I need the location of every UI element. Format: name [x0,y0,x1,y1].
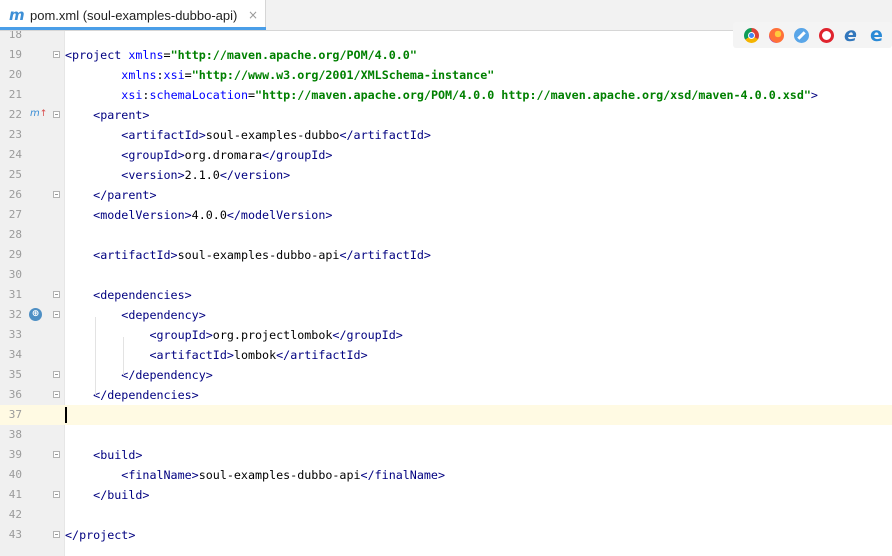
code-text: </parent> [93,188,157,202]
line-number: 37 [8,408,22,421]
code-text: <project xmlns="http://maven.apache.org/… [65,48,417,62]
code-text: <finalName>soul-examples-dubbo-api</fina… [121,468,445,482]
fold-end-icon[interactable] [53,191,60,198]
code-text: </dependencies> [93,388,199,402]
code-text: <version>2.1.0</version> [121,168,291,182]
line-number: 21 [8,88,22,101]
line-number: 34 [8,348,22,361]
code-text: <build> [93,448,143,462]
code-line[interactable]: 30 [0,265,892,285]
code-line[interactable]: 37 [0,405,892,425]
code-line[interactable]: 41 </build> [0,485,892,505]
code-text: xmlns:xsi="http://www.w3.org/2001/XMLSch… [121,68,495,82]
line-number: 39 [8,448,22,461]
maven-file-icon: m [9,6,25,24]
tab-pom-xml[interactable]: m pom.xml (soul-examples-dubbo-api) × [0,0,266,30]
code-line[interactable]: 33 <groupId>org.projectlombok</groupId> [0,325,892,345]
code-line[interactable]: 35 </dependency> [0,365,892,385]
active-tab-indicator [0,27,266,30]
line-number: 36 [8,388,22,401]
code-line[interactable]: 34 <artifactId>lombok</artifactId> [0,345,892,365]
code-text: <artifactId>soul-examples-dubbo</artifac… [121,128,431,142]
code-line[interactable]: 23 <artifactId>soul-examples-dubbo</arti… [0,125,892,145]
code-line[interactable]: 22 m↑ <parent> [0,105,892,125]
firefox-icon[interactable] [769,28,784,43]
line-number: 29 [8,248,22,261]
line-number: 27 [8,208,22,221]
code-line[interactable]: 32 ⊕ <dependency> [0,305,892,325]
code-line[interactable]: 20 xmlns:xsi="http://www.w3.org/2001/XML… [0,65,892,85]
line-number: 20 [8,68,22,81]
code-line[interactable]: 31 <dependencies> [0,285,892,305]
line-number: 30 [8,268,22,281]
line-number: 35 [8,368,22,381]
safari-icon[interactable] [794,28,809,43]
line-number: 19 [8,48,22,61]
fold-toggle-icon[interactable] [53,51,60,58]
line-number: 43 [8,528,22,541]
opera-icon[interactable] [819,28,834,43]
code-text: <artifactId>lombok</artifactId> [149,348,368,362]
indent-guide [123,337,124,375]
code-text: <dependencies> [93,288,192,302]
line-number: 23 [8,128,22,141]
code-line[interactable]: 28 [0,225,892,245]
code-line[interactable]: 39 <build> [0,445,892,465]
code-text: </build> [93,488,150,502]
fold-end-icon[interactable] [53,531,60,538]
line-number: 26 [8,188,22,201]
code-text: </project> [65,528,136,542]
close-icon[interactable]: × [248,8,258,22]
chrome-icon[interactable] [744,28,759,43]
line-number: 42 [8,508,22,521]
fold-toggle-icon[interactable] [53,291,60,298]
code-text: <dependency> [121,308,206,322]
fold-end-icon[interactable] [53,371,60,378]
code-text: <modelVersion>4.0.0</modelVersion> [93,208,333,222]
tab-label: pom.xml (soul-examples-dubbo-api) [30,8,238,23]
ie-icon[interactable]: e [869,26,884,45]
edge-icon[interactable]: e [843,26,858,45]
code-text: xsi:schemaLocation="http://maven.apache.… [121,88,818,102]
indent-guide [95,317,96,395]
code-line[interactable]: 25 <version>2.1.0</version> [0,165,892,185]
code-text: <groupId>org.projectlombok</groupId> [149,328,403,342]
dependency-icon[interactable]: ⊕ [29,308,42,321]
code-line[interactable]: 43 </project> [0,525,892,545]
code-line[interactable]: 24 <groupId>org.dromara</groupId> [0,145,892,165]
browser-preview-toolbar: e e [733,22,892,48]
code-editor[interactable]: 18 19 <project xmlns="http://maven.apache.… [0,31,892,556]
line-number: 40 [8,468,22,481]
code-line[interactable]: 42 [0,505,892,525]
fold-toggle-icon[interactable] [53,311,60,318]
code-line[interactable]: 19 <project xmlns="http://maven.apache.or… [0,45,892,65]
line-number: 41 [8,488,22,501]
line-number: 28 [8,228,22,241]
code-line[interactable]: 21 xsi:schemaLocation="http://maven.apac… [0,85,892,105]
line-number: 33 [8,328,22,341]
code-line[interactable]: 27 <modelVersion>4.0.0</modelVersion> [0,205,892,225]
code-line[interactable]: 29 <artifactId>soul-examples-dubbo-api</… [0,245,892,265]
code-text: <parent> [93,108,150,122]
code-line[interactable]: 36 </dependencies> [0,385,892,405]
code-line[interactable]: 40 <finalName>soul-examples-dubbo-api</f… [0,465,892,485]
line-number: 18 [8,31,22,41]
code-text: <groupId>org.dromara</groupId> [121,148,333,162]
fold-end-icon[interactable] [53,491,60,498]
code-text: <artifactId>soul-examples-dubbo-api</art… [93,248,431,262]
line-number: 38 [8,428,22,441]
fold-end-icon[interactable] [53,391,60,398]
line-number: 24 [8,148,22,161]
text-caret [65,407,67,423]
code-line[interactable]: 38 [0,425,892,445]
code-text: </dependency> [121,368,213,382]
line-number: 25 [8,168,22,181]
line-number: 31 [8,288,22,301]
fold-toggle-icon[interactable] [53,111,60,118]
maven-override-icon[interactable]: m↑ [30,108,47,120]
fold-toggle-icon[interactable] [53,451,60,458]
code-line[interactable]: 26 </parent> [0,185,892,205]
line-number: 32 [8,308,22,321]
line-number: 22 [8,108,22,121]
